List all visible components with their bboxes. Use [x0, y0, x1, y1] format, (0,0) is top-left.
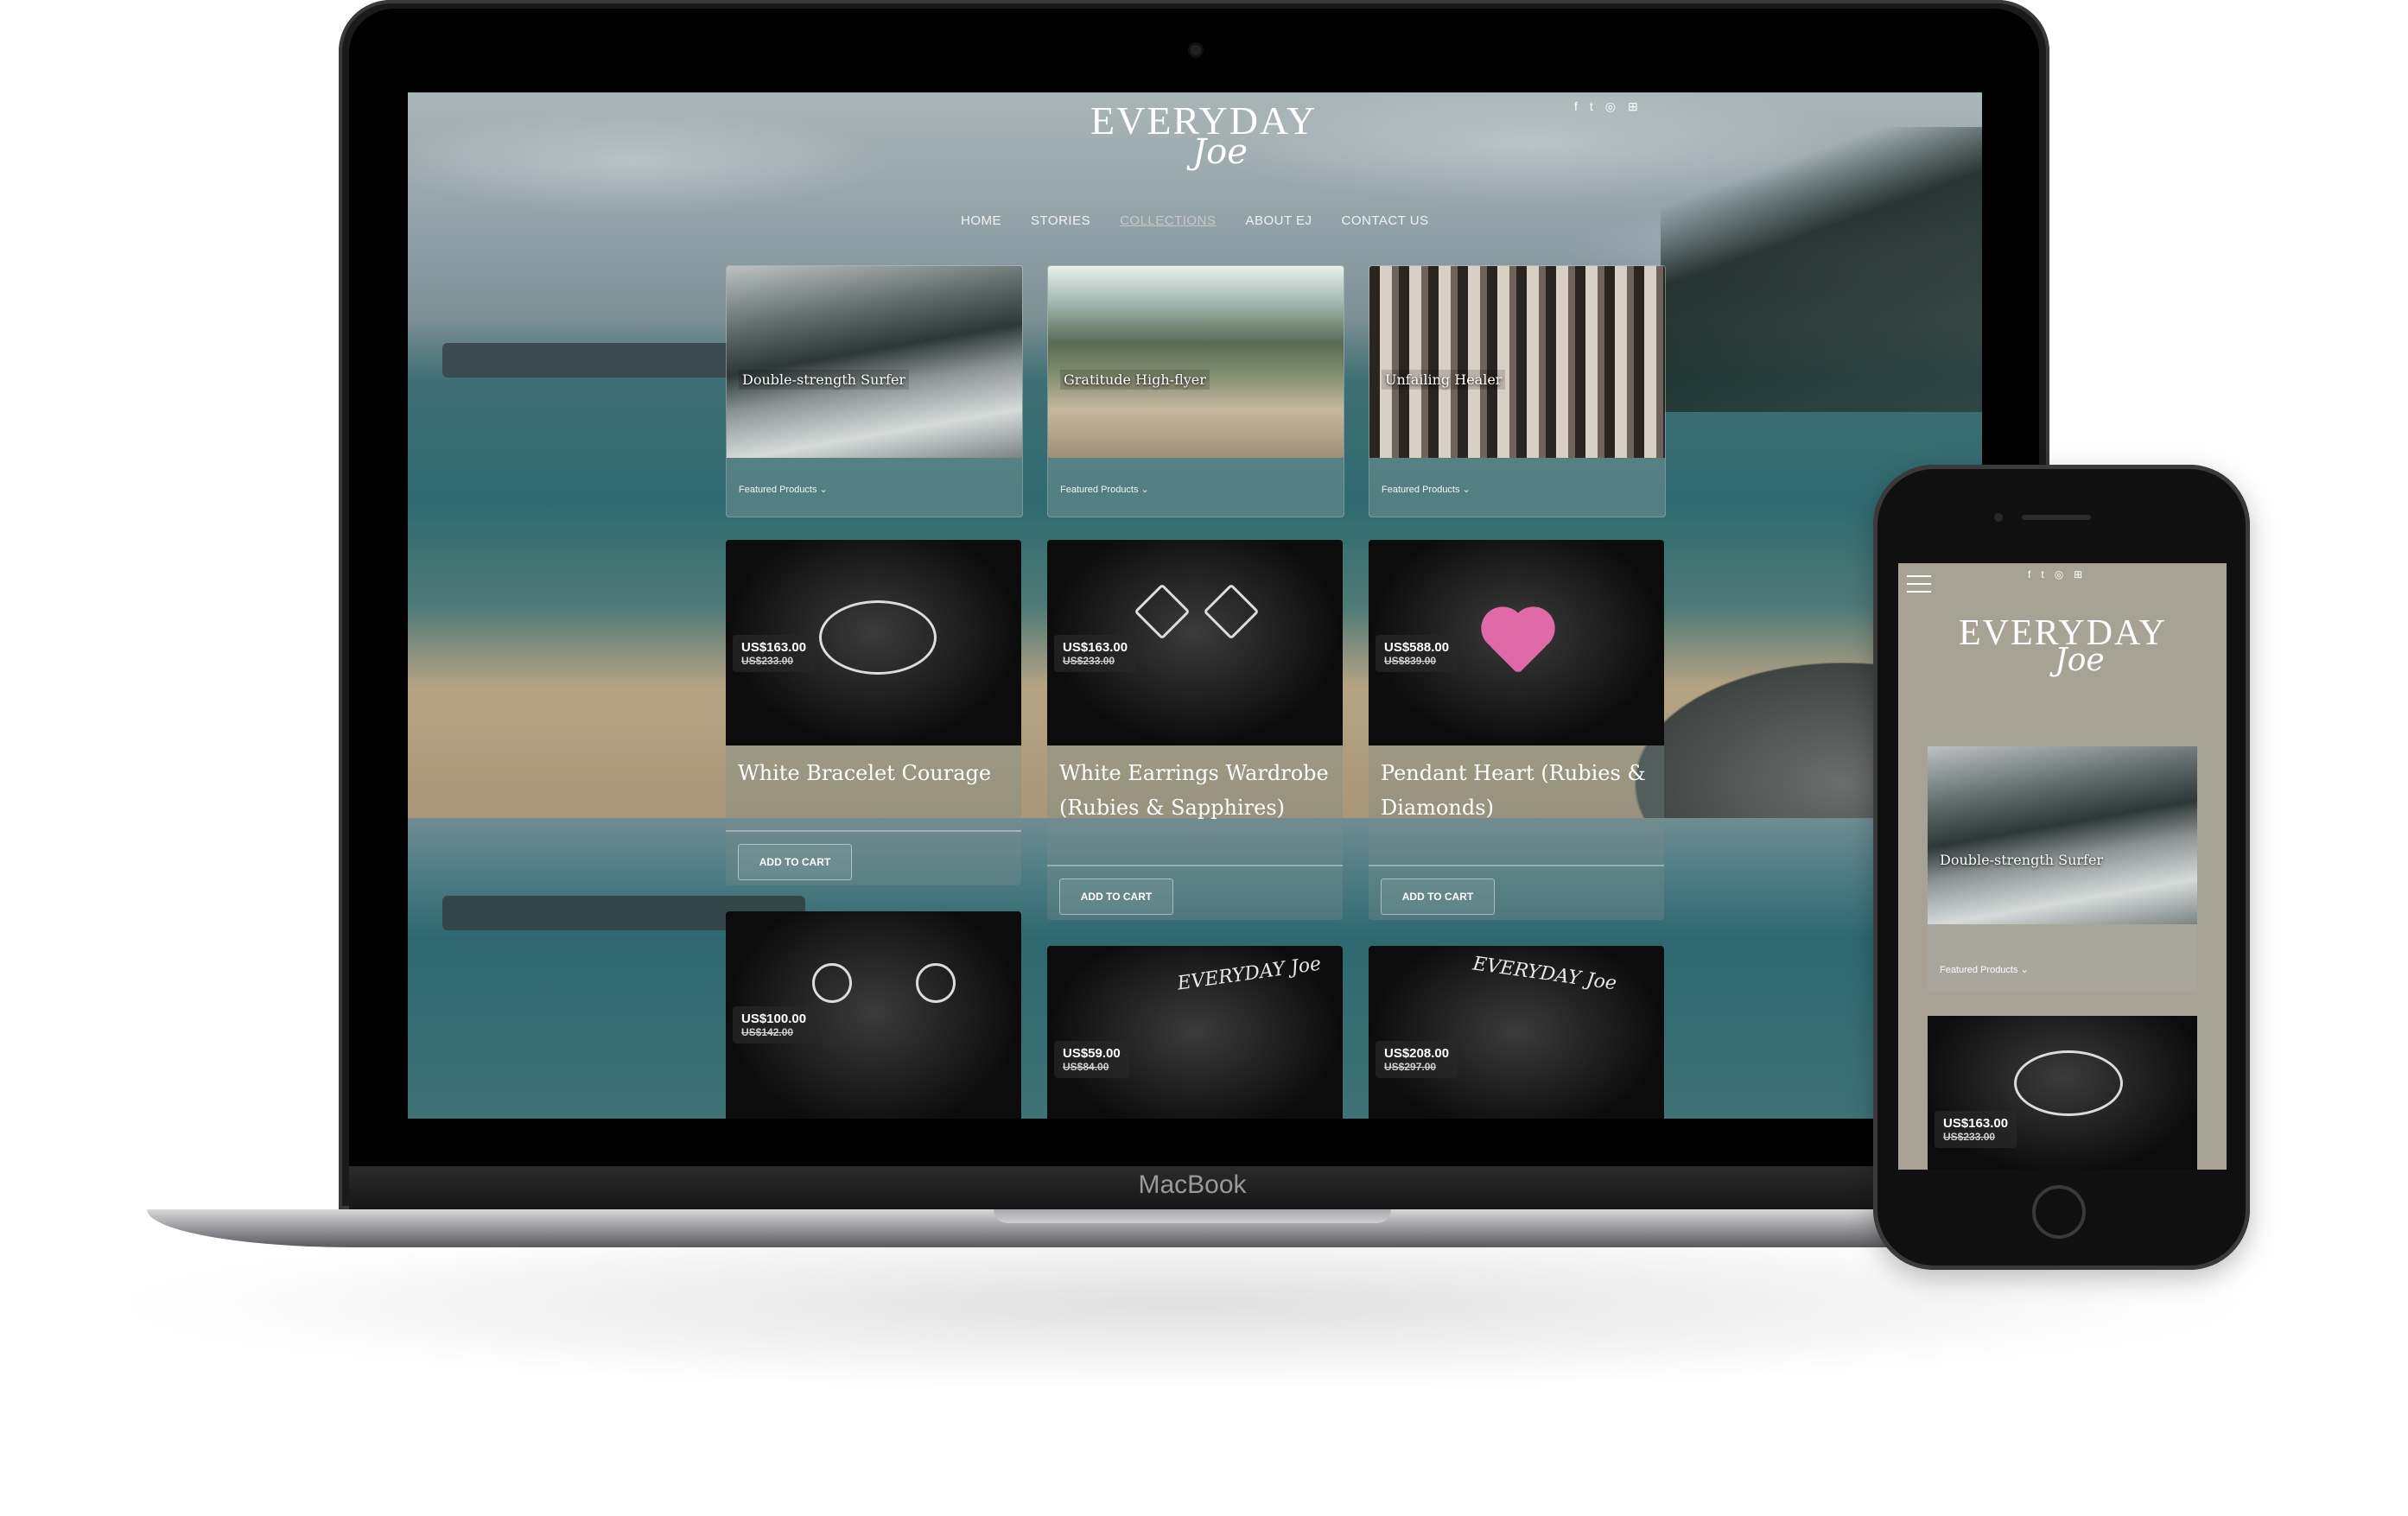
story-image	[1928, 746, 2197, 924]
add-to-cart-button[interactable]: ADD TO CART	[738, 844, 852, 880]
card-divider	[1369, 865, 1664, 866]
product-image: EVERYDAY Joe US$208.00 US$297.00	[1369, 946, 1664, 1119]
bracelet-shape	[819, 600, 937, 675]
story-title: Unfailing Healer	[1382, 370, 1506, 390]
instagram-icon[interactable]: ◎	[1605, 99, 1616, 114]
nav-stories[interactable]: STORIES	[1031, 213, 1090, 228]
price-current: US$588.00	[1384, 640, 1450, 655]
price-original: US$839.00	[1384, 655, 1437, 667]
laptop-brand-label: MacBook	[1138, 1170, 1247, 1199]
laptop-screen: EVERYDAY Joe f t ◎ ⊞ HOME STORIES COLLEC…	[408, 92, 1982, 1119]
product-image: US$100.00 US$142.00	[726, 911, 1021, 1119]
price-original: US$84.00	[1063, 1061, 1109, 1073]
card-divider	[726, 830, 1021, 832]
nav-about-ej[interactable]: ABOUT EJ	[1245, 213, 1312, 228]
background-trees	[1661, 127, 1982, 412]
twitter-icon[interactable]: t	[1590, 99, 1593, 114]
story-category-link[interactable]: Featured Products ⌄	[1382, 484, 1471, 495]
heart-pendant-shape	[1487, 612, 1549, 675]
price-badge: US$208.00 US$297.00	[1376, 1041, 1458, 1078]
price-badge: US$163.00 US$233.00	[1935, 1111, 2017, 1148]
phone-camera	[1994, 513, 2003, 522]
price-badge: US$163.00 US$233.00	[1054, 635, 1137, 672]
price-original: US$297.00	[1384, 1061, 1437, 1073]
price-current: US$163.00	[1063, 640, 1128, 655]
story-category-link[interactable]: Featured Products ⌄	[739, 484, 828, 495]
price-badge: US$59.00 US$84.00	[1054, 1041, 1129, 1078]
product-image: US$163.00 US$233.00	[726, 540, 1021, 745]
price-original: US$233.00	[1063, 655, 1115, 667]
earring-shape	[1203, 583, 1260, 640]
earring-shape	[812, 963, 852, 1003]
product-name[interactable]: Pendant Heart (Rubies & Diamonds)	[1381, 756, 1657, 825]
laptop-camera	[1191, 45, 1201, 55]
product-card[interactable]: US$588.00 US$839.00 Pendant Heart (Rubie…	[1369, 540, 1664, 920]
product-card[interactable]: US$163.00 US$233.00 White Earrings Wardr…	[1047, 540, 1343, 920]
phone-product-card[interactable]: US$163.00 US$233.00	[1928, 1016, 2197, 1170]
product-name[interactable]: White Bracelet Courage	[738, 756, 1014, 790]
story-title: Double-strength Surfer	[739, 370, 910, 390]
phone-story-card[interactable]: Double-strength Surfer Featured Products…	[1928, 746, 2197, 992]
story-title: Gratitude High-flyer	[1060, 370, 1210, 390]
facebook-icon[interactable]: f	[1574, 99, 1578, 114]
story-category-link[interactable]: Featured Products ⌄	[1060, 484, 1149, 495]
price-current: US$59.00	[1063, 1046, 1121, 1061]
hamburger-menu-icon[interactable]	[1907, 575, 1931, 599]
phone-home-button	[2032, 1185, 2086, 1239]
story-image	[727, 266, 1022, 458]
story-card[interactable]: Unfailing Healer Featured Products ⌄	[1369, 265, 1666, 517]
price-current: US$208.00	[1384, 1046, 1450, 1061]
earring-shape	[1134, 583, 1191, 640]
product-card[interactable]: EVERYDAY Joe US$59.00 US$84.00	[1047, 946, 1343, 1119]
price-current: US$163.00	[1943, 1116, 2009, 1131]
price-badge: US$588.00 US$839.00	[1376, 635, 1458, 672]
price-original: US$233.00	[741, 655, 794, 667]
product-image: EVERYDAY Joe US$59.00 US$84.00	[1047, 946, 1343, 1119]
main-nav: HOME STORIES COLLECTIONS ABOUT EJ CONTAC…	[961, 213, 1429, 228]
story-image	[1048, 266, 1344, 458]
price-badge: US$100.00 US$142.00	[733, 1006, 816, 1043]
price-current: US$163.00	[741, 640, 807, 655]
nav-home[interactable]: HOME	[961, 213, 1001, 228]
cart-icon[interactable]: ⊞	[1628, 99, 1638, 114]
twitter-icon[interactable]: t	[2041, 568, 2043, 580]
cart-icon[interactable]: ⊞	[2074, 568, 2082, 580]
product-card[interactable]: EVERYDAY Joe US$208.00 US$297.00	[1369, 946, 1664, 1119]
earring-shape	[916, 963, 956, 1003]
product-card[interactable]: US$100.00 US$142.00	[726, 911, 1021, 1119]
social-links: f t ◎ ⊞	[1574, 99, 1638, 114]
product-image: US$588.00 US$839.00	[1369, 540, 1664, 745]
add-to-cart-button[interactable]: ADD TO CART	[1381, 879, 1495, 915]
story-image	[1369, 266, 1665, 458]
price-current: US$100.00	[741, 1012, 807, 1026]
nav-contact-us[interactable]: CONTACT US	[1342, 213, 1429, 228]
price-badge: US$163.00 US$233.00	[733, 635, 816, 672]
box-logo-print: EVERYDAY Joe	[1471, 953, 1618, 995]
box-logo-print: EVERYDAY Joe	[1176, 953, 1323, 995]
site-logo[interactable]: EVERYDAY Joe	[1090, 101, 1315, 173]
product-image: US$163.00 US$233.00	[1047, 540, 1343, 745]
nav-collections[interactable]: COLLECTIONS	[1120, 213, 1216, 228]
story-category-link[interactable]: Featured Products ⌄	[1940, 964, 2029, 975]
story-title: Double-strength Surfer	[1940, 852, 2104, 868]
phone-speaker	[2022, 515, 2091, 520]
product-name[interactable]: White Earrings Wardrobe (Rubies & Sapphi…	[1059, 756, 1336, 825]
bracelet-shape	[2014, 1050, 2123, 1116]
instagram-icon[interactable]: ◎	[2055, 568, 2063, 580]
story-card[interactable]: Gratitude High-flyer Featured Products ⌄	[1047, 265, 1344, 517]
story-card[interactable]: Double-strength Surfer Featured Products…	[726, 265, 1023, 517]
add-to-cart-button[interactable]: ADD TO CART	[1059, 879, 1173, 915]
card-divider	[1047, 865, 1343, 866]
price-original: US$142.00	[741, 1026, 794, 1038]
facebook-icon[interactable]: f	[2028, 568, 2030, 580]
phone-social-links: f t ◎ ⊞	[2028, 568, 2082, 580]
product-card[interactable]: US$163.00 US$233.00 White Bracelet Coura…	[726, 540, 1021, 885]
laptop-notch	[994, 1209, 1391, 1223]
phone-site-logo[interactable]: EVERYDAY Joe	[1959, 615, 2166, 678]
price-original: US$233.00	[1943, 1131, 1996, 1143]
phone-screen: f t ◎ ⊞ EVERYDAY Joe Double-strength Sur…	[1898, 563, 2227, 1170]
